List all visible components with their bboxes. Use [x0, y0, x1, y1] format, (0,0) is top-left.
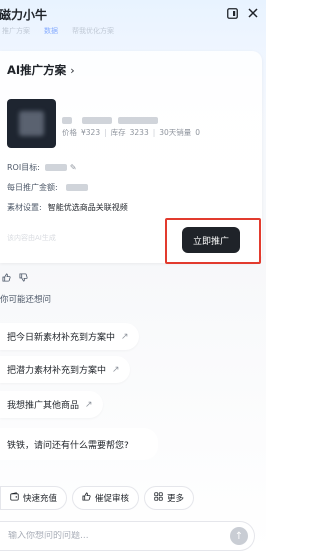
product-thumbnail — [7, 99, 56, 148]
suggestion-chip[interactable]: 我想推广其他商品 ↗ — [0, 391, 103, 418]
bot-message: 铁铁，请问还有什么需要帮您? — [0, 428, 158, 460]
stock-value: 3233 — [129, 128, 149, 137]
sales-label: 30天销量 — [159, 128, 192, 137]
header: 磁力小牛 — [0, 0, 266, 28]
product-name-redacted — [62, 109, 202, 124]
close-icon[interactable] — [248, 8, 258, 20]
roi-value-redacted — [44, 164, 67, 171]
urge-review-button[interactable]: 催促审核 — [72, 486, 140, 510]
edit-icon[interactable]: ✎ — [70, 163, 77, 172]
arrow-up-icon: ↑ — [234, 530, 244, 542]
send-button[interactable]: ↑ — [230, 527, 248, 545]
suggestion-label: 我想推广其他商品 — [7, 401, 80, 411]
urge-review-label: 催促审核 — [95, 494, 130, 504]
maybe-ask-label: 你可能还想问 — [0, 295, 52, 305]
price-value: ¥323 — [81, 128, 101, 137]
chat-panel: 磁力小牛 推广方案 数据 帮我优化方案 AI推广方案 › 价格 ¥323 | 库… — [0, 0, 266, 553]
material-row: 素材设置: 智能优选商品关联视频 — [7, 202, 128, 213]
roi-label: ROI目标: — [7, 163, 40, 172]
suggestion-chip[interactable]: 把今日新素材补充到方案中 ↗ — [0, 323, 139, 350]
quick-recharge-button[interactable]: 快速充值 — [0, 486, 68, 510]
card-title-text: AI推广方案 — [7, 63, 67, 77]
app-title: 磁力小牛 — [0, 7, 48, 22]
thumbs-up-icon — [82, 492, 91, 504]
thumbnail-blur — [19, 111, 44, 136]
material-label: 素材设置: — [7, 203, 42, 212]
roi-row: ROI目标: ✎ — [7, 162, 77, 173]
arrow-up-right-icon: ↗ — [85, 399, 93, 410]
panel-icon[interactable] — [227, 7, 238, 21]
suggestion-chip[interactable]: 把潜力素材补充到方案中 ↗ — [0, 356, 130, 383]
grid-icon — [154, 492, 163, 504]
wallet-icon — [10, 492, 19, 504]
redacted-block — [62, 117, 72, 124]
tab-plan[interactable]: 推广方案 — [2, 26, 30, 40]
chat-input[interactable] — [8, 531, 230, 541]
ai-note: 该内容由AI生成 — [7, 234, 56, 242]
product-meta: 价格 ¥323 | 库存 3233 | 30天销量 0 — [62, 127, 200, 138]
suggestion-label: 把潜力素材补充到方案中 — [7, 366, 107, 376]
feedback-row — [2, 273, 28, 285]
quick-recharge-label: 快速充值 — [23, 494, 58, 504]
thumbs-up-icon[interactable] — [2, 273, 11, 285]
arrow-up-right-icon: ↗ — [112, 364, 120, 375]
chevron-right-icon: › — [70, 63, 75, 77]
redacted-block — [118, 117, 158, 124]
budget-value-redacted — [65, 184, 88, 191]
tab-strip: 推广方案 数据 帮我优化方案 — [0, 26, 266, 40]
arrow-up-right-icon: ↗ — [121, 331, 129, 342]
divider: | — [104, 128, 107, 137]
header-actions — [227, 7, 258, 21]
budget-row: 每日推广金额: — [7, 182, 88, 193]
stock-label: 库存 — [110, 128, 126, 137]
chat-input-bar: ↑ — [0, 521, 255, 551]
more-label: 更多 — [167, 494, 185, 504]
quick-actions: 快速充值 催促审核 更多 — [0, 486, 195, 510]
more-button[interactable]: 更多 — [144, 486, 195, 510]
redacted-block — [82, 117, 112, 124]
material-value: 智能优选商品关联视频 — [47, 203, 128, 212]
thumbs-down-icon[interactable] — [19, 273, 28, 285]
tab-optimize[interactable]: 帮我优化方案 — [72, 26, 114, 40]
card-title[interactable]: AI推广方案 › — [7, 62, 75, 78]
budget-label: 每日推广金额: — [7, 183, 58, 192]
suggestion-label: 把今日新素材补充到方案中 — [7, 333, 116, 343]
tab-data[interactable]: 数据 — [44, 26, 58, 40]
promote-now-button[interactable]: 立即推广 — [182, 227, 240, 253]
price-label: 价格 — [62, 128, 77, 137]
sales-value: 0 — [195, 128, 201, 137]
divider: | — [152, 128, 156, 137]
